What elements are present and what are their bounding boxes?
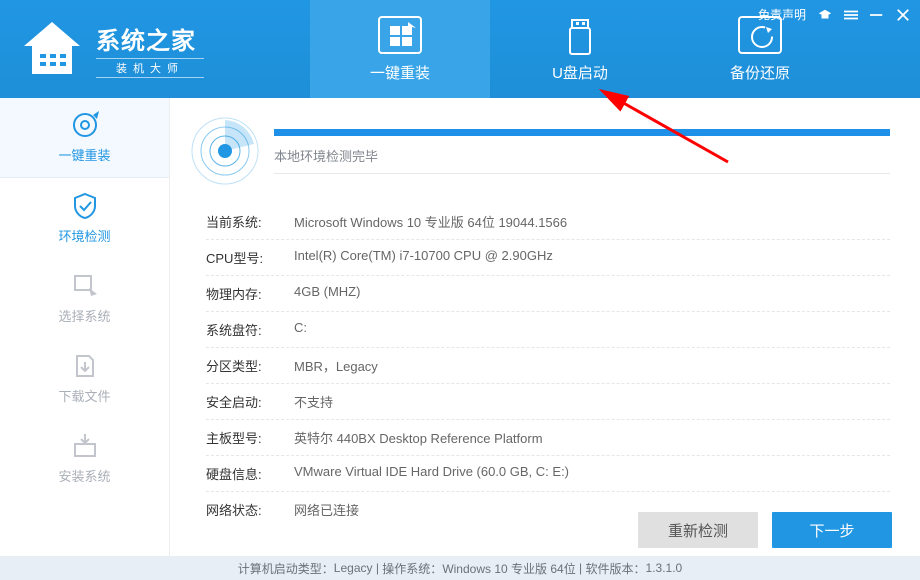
- sidebar-item-download[interactable]: 下载文件: [0, 338, 169, 418]
- sidebar-item-label: 一键重装: [58, 145, 110, 164]
- graduation-icon[interactable]: [818, 8, 832, 22]
- detect-row: 本地环境检测完毕: [190, 116, 890, 186]
- sidebar-item-select[interactable]: 选择系统: [0, 258, 169, 338]
- tab-label: U盘启动: [552, 62, 608, 83]
- tab-reinstall[interactable]: 一键重装: [310, 0, 490, 98]
- sidebar-item-detect[interactable]: 环境检测: [0, 178, 169, 258]
- brand-title: 系统之家: [96, 21, 204, 56]
- tab-label: 一键重装: [370, 62, 430, 83]
- sidebar-item-install[interactable]: 安装系统: [0, 418, 169, 498]
- info-value: VMware Virtual IDE Hard Drive (60.0 GB, …: [294, 464, 890, 483]
- info-row: 主板型号: 英特尔 440BX Desktop Reference Platfor…: [206, 420, 890, 456]
- info-row: 安全启动: 不支持: [206, 384, 890, 420]
- info-key: 主板型号:: [206, 428, 276, 447]
- minimize-icon[interactable]: [870, 8, 884, 22]
- footer-os-value: Windows 10 专业版 64位: [442, 560, 575, 577]
- info-value: 4GB (MHZ): [294, 284, 890, 303]
- info-value: MBR，Legacy: [294, 356, 890, 375]
- sidebar-item-label: 下载文件: [58, 386, 110, 405]
- info-row: CPU型号: Intel(R) Core(TM) i7-10700 CPU @ 2…: [206, 240, 890, 276]
- header: 系统之家 装机大师 一键重装 U盘启动 备份还原 免责声明: [0, 0, 920, 98]
- radar-icon: [190, 116, 260, 186]
- progress-area: 本地环境检测完毕: [274, 129, 890, 174]
- info-row: 分区类型: MBR，Legacy: [206, 348, 890, 384]
- info-key: 物理内存:: [206, 284, 276, 303]
- install-icon: [71, 432, 99, 460]
- body: 一键重装 环境检测 选择系统 下载文件 安装系统 本地环境检测完毕: [0, 98, 920, 556]
- logo: 系统之家 装机大师: [0, 0, 310, 98]
- footer-os-label: 操作系统：: [382, 560, 442, 577]
- info-value: 英特尔 440BX Desktop Reference Platform: [294, 428, 890, 447]
- sidebar-item-label: 选择系统: [58, 306, 110, 325]
- info-key: 当前系统:: [206, 212, 276, 231]
- info-key: 安全启动:: [206, 392, 276, 411]
- shield-icon: [71, 192, 99, 220]
- info-row: 系统盘符: C:: [206, 312, 890, 348]
- footer-boot-value: Legacy: [334, 561, 373, 575]
- footer-ver-label: 软件版本：: [586, 560, 646, 577]
- sidebar-item-reinstall[interactable]: 一键重装: [0, 98, 169, 178]
- usb-icon: [558, 16, 602, 54]
- info-key: CPU型号:: [206, 248, 276, 267]
- info-key: 系统盘符:: [206, 320, 276, 339]
- sidebar: 一键重装 环境检测 选择系统 下载文件 安装系统: [0, 98, 170, 556]
- logo-icon: [20, 20, 84, 78]
- main: 本地环境检测完毕 当前系统: Microsoft Windows 10 专业版 6…: [170, 98, 920, 556]
- select-icon: [71, 272, 99, 300]
- tab-usb-boot[interactable]: U盘启动: [490, 0, 670, 98]
- download-icon: [71, 352, 99, 380]
- tab-label: 备份还原: [730, 62, 790, 83]
- sidebar-item-label: 环境检测: [58, 226, 110, 245]
- monitor-windows-icon: [378, 16, 422, 54]
- info-row: 当前系统: Microsoft Windows 10 专业版 64位 19044.…: [206, 204, 890, 240]
- progress-bar: [274, 129, 890, 136]
- info-value: 不支持: [294, 392, 890, 411]
- info-value: Intel(R) Core(TM) i7-10700 CPU @ 2.90GHz: [294, 248, 890, 267]
- actions: 重新检测 下一步: [638, 512, 892, 548]
- info-row: 硬盘信息: VMware Virtual IDE Hard Drive (60.0…: [206, 456, 890, 492]
- next-button[interactable]: 下一步: [772, 512, 892, 548]
- info-key: 网络状态:: [206, 500, 276, 519]
- disclaimer-link[interactable]: 免责声明: [758, 6, 806, 23]
- footer-boot-label: 计算机启动类型：: [238, 560, 334, 577]
- info-key: 分区类型:: [206, 356, 276, 375]
- brand-subtitle: 装机大师: [96, 58, 204, 78]
- window-controls: 免责声明: [758, 6, 910, 23]
- redetect-button[interactable]: 重新检测: [638, 512, 758, 548]
- footer-ver-value: 1.3.1.0: [646, 561, 683, 575]
- info-key: 硬盘信息:: [206, 464, 276, 483]
- info-value: C:: [294, 320, 890, 339]
- close-icon[interactable]: [896, 8, 910, 22]
- menu-icon[interactable]: [844, 8, 858, 22]
- system-info: 当前系统: Microsoft Windows 10 专业版 64位 19044.…: [190, 204, 890, 527]
- target-icon: [71, 111, 99, 139]
- info-row: 物理内存: 4GB (MHZ): [206, 276, 890, 312]
- sidebar-item-label: 安装系统: [58, 466, 110, 485]
- footer: 计算机启动类型： Legacy | 操作系统： Windows 10 专业版 6…: [0, 556, 920, 580]
- info-value: Microsoft Windows 10 专业版 64位 19044.1566: [294, 212, 890, 231]
- detect-status: 本地环境检测完毕: [274, 146, 890, 174]
